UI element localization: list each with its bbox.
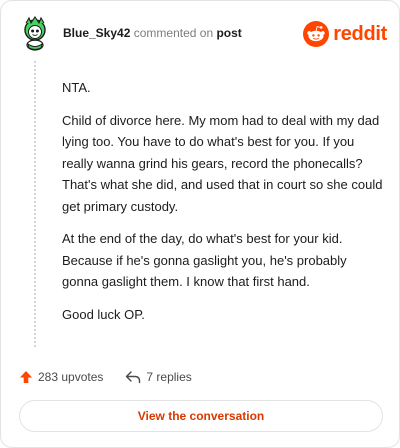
snoo-avatar-icon[interactable] — [19, 15, 51, 51]
replies[interactable]: 7 replies — [125, 370, 192, 384]
logo-wordmark: reddit — [333, 22, 387, 45]
comment-paragraph: Good luck OP. — [62, 306, 145, 322]
comment-body: NTA. Child of divorce here. My mom had t… — [62, 77, 384, 336]
comment-paragraph: At the end of the day, do what's best fo… — [62, 231, 347, 289]
reply-count: 7 replies — [146, 370, 192, 384]
comment-paragraph: NTA. — [62, 80, 91, 95]
comment-paragraph: Child of divorce here. My mom had to dea… — [62, 112, 383, 214]
view-conversation-button[interactable]: View the conversation — [19, 400, 383, 432]
reddit-logo[interactable]: reddit — [303, 19, 387, 49]
reply-arrow-icon — [125, 370, 146, 384]
upvotes[interactable]: 283 upvotes — [19, 370, 103, 384]
comment-meta: Blue_Sky42 commented on post — [63, 26, 242, 40]
post-link[interactable]: post — [216, 26, 241, 40]
reddit-snoo-logo-icon — [303, 21, 330, 47]
comment-footer: 283 upvotes 7 replies — [19, 367, 214, 387]
comment-header: Blue_Sky42 commented on post reddit — [1, 1, 400, 69]
thread-line — [34, 61, 36, 347]
comment-card: Blue_Sky42 commented on post reddit NTA.… — [0, 0, 400, 448]
action-text: commented on — [133, 26, 214, 40]
upvote-arrow-icon — [19, 370, 38, 384]
upvote-count: 283 upvotes — [38, 370, 104, 384]
username[interactable]: Blue_Sky42 — [63, 26, 130, 40]
